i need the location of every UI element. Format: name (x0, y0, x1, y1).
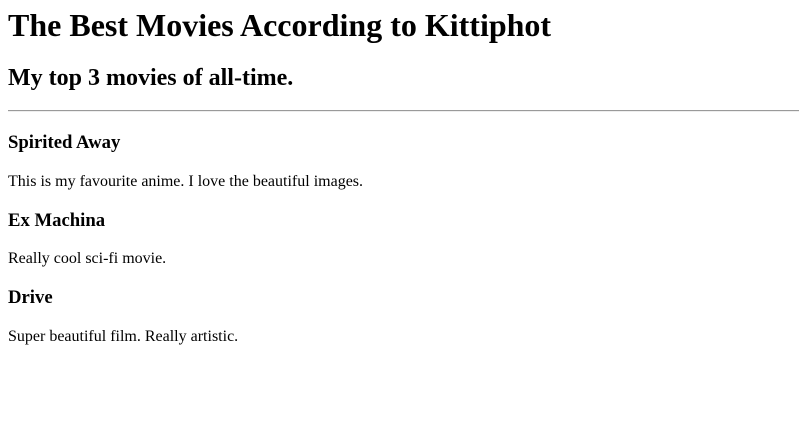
movie-title-drive: Drive (8, 287, 53, 308)
movie-description: Super beautiful film. Really artistic. (8, 328, 239, 345)
movie-title-spirited-away: Spirited Away (8, 132, 121, 153)
movie-description: Really cool sci-fi movie. (8, 250, 167, 267)
page-subtitle: My top 3 movies of all-time. (8, 65, 294, 91)
movie-description: This is my favourite anime. I love the b… (8, 173, 364, 190)
page: The Best Movies According to Kittiphot M… (0, 0, 807, 447)
page-title: The Best Movies According to Kittiphot (8, 7, 552, 43)
movie-title-ex-machina: Ex Machina (8, 210, 106, 231)
divider (8, 110, 799, 112)
